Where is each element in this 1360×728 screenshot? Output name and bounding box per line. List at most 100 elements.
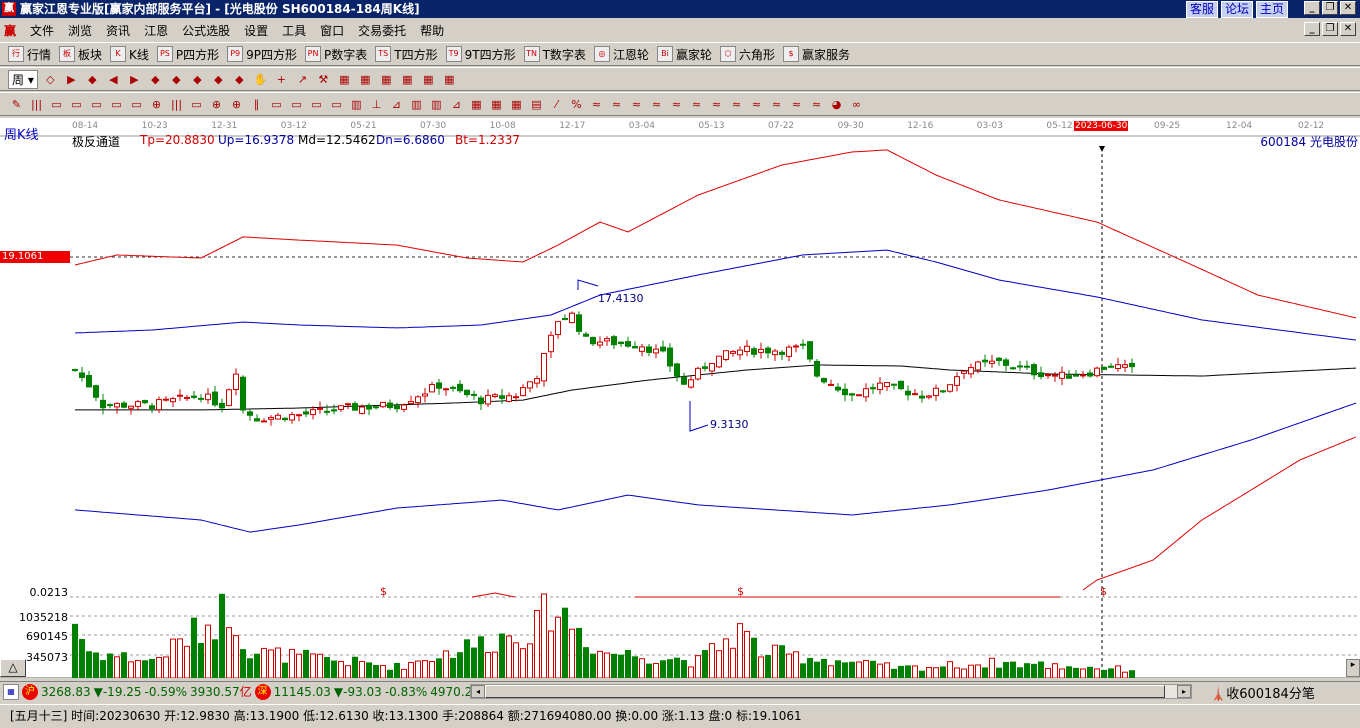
drawing-tool-icon[interactable]: ≈ (748, 96, 765, 113)
toolbar-item[interactable]: Bi 赢家轮 (656, 46, 712, 63)
homepage-link[interactable]: 主页 (1255, 1, 1288, 18)
tool-icon[interactable]: ✋ (252, 71, 269, 88)
drawing-tool-icon[interactable]: ≈ (708, 96, 725, 113)
menu-file[interactable]: 文件 (30, 22, 54, 39)
scroll-left-button[interactable]: ◂ (471, 685, 485, 698)
drawing-tool-icon[interactable]: ≈ (668, 96, 685, 113)
toolbar-item[interactable]: TS T四方形 (375, 46, 438, 63)
drawing-tool-icon[interactable]: ⊥ (368, 96, 385, 113)
drawing-tool-icon[interactable]: ▭ (108, 96, 125, 113)
panel-side-button[interactable]: ▸ (1346, 659, 1360, 677)
drawing-tool-icon[interactable]: ▥ (428, 96, 445, 113)
drawing-tool-icon[interactable]: ▦ (508, 96, 525, 113)
horizontal-scrollbar[interactable]: ◂ ▸ (470, 684, 1192, 699)
tool-icon[interactable]: ◆ (231, 71, 248, 88)
drawing-tool-icon[interactable]: ▭ (308, 96, 325, 113)
drawing-tool-icon[interactable]: ≈ (808, 96, 825, 113)
drawing-tool-icon[interactable]: ▭ (188, 96, 205, 113)
toolbar-item[interactable]: PN P数字表 (305, 46, 367, 63)
period-select[interactable]: 周 ▾ (8, 69, 38, 89)
menu-settings[interactable]: 设置 (244, 22, 268, 39)
toolbar-item[interactable]: $ 赢家服务 (782, 46, 850, 63)
drawing-tool-icon[interactable]: ▭ (68, 96, 85, 113)
toolbar-item[interactable]: K K线 (110, 46, 149, 63)
kline-chart[interactable]: 08-14 10-23 12-31 03-12 05-21 07-30 10-08 12-17… (0, 118, 1360, 678)
toolbar-item[interactable]: P9 9P四方形 (227, 46, 297, 63)
drawing-tool-icon[interactable]: ∞ (848, 96, 865, 113)
drawing-tool-icon[interactable]: ≈ (628, 96, 645, 113)
tool-icon[interactable]: ◀ (105, 71, 122, 88)
forum-link[interactable]: 论坛 (1220, 1, 1253, 18)
menu-gann[interactable]: 江恩 (144, 22, 168, 39)
scroll-thumb[interactable] (485, 685, 1165, 698)
drawing-tool-icon[interactable]: ∥ (248, 96, 265, 113)
expand-panel-button[interactable]: △ (0, 659, 26, 677)
drawing-tool-icon[interactable]: ▥ (348, 96, 365, 113)
menu-tools[interactable]: 工具 (282, 22, 306, 39)
tool-icon[interactable]: ↗ (294, 71, 311, 88)
tool-icon[interactable]: ◆ (210, 71, 227, 88)
menu-window[interactable]: 窗口 (320, 22, 344, 39)
menu-info[interactable]: 资讯 (106, 22, 130, 39)
toolbar-item[interactable]: ◎ 江恩轮 (593, 46, 649, 63)
drawing-tool-icon[interactable]: ▤ (528, 96, 545, 113)
drawing-tool-icon[interactable]: ⁄ (548, 96, 565, 113)
calendar-icon[interactable]: ▦ (3, 683, 19, 700)
drawing-tool-icon[interactable]: ◕ (828, 96, 845, 113)
tool-icon[interactable]: + (273, 71, 290, 88)
drawing-tool-icon[interactable]: ||| (168, 96, 185, 113)
service-link[interactable]: 客服 (1185, 1, 1218, 18)
menu-help[interactable]: 帮助 (420, 22, 444, 39)
menu-formula[interactable]: 公式选股 (182, 22, 230, 39)
drawing-tool-icon[interactable]: ≈ (588, 96, 605, 113)
drawing-tool-icon[interactable]: ▭ (268, 96, 285, 113)
tool-icon[interactable]: ▦ (336, 71, 353, 88)
drawing-tool-icon[interactable]: ▥ (408, 96, 425, 113)
tool-icon[interactable]: ▦ (399, 71, 416, 88)
drawing-tool-icon[interactable]: ⊕ (208, 96, 225, 113)
drawing-tool-icon[interactable]: ⊿ (388, 96, 405, 113)
toolbar-item[interactable]: 板板块 (59, 46, 102, 63)
drawing-tool-icon[interactable]: ⊕ (148, 96, 165, 113)
drawing-tool-icon[interactable]: ≈ (608, 96, 625, 113)
toolbar-item[interactable]: PS P四方形 (156, 46, 219, 63)
drawing-tool-icon[interactable]: ≈ (728, 96, 745, 113)
toolbar-item[interactable]: 行行情 (8, 46, 51, 63)
drawing-tool-icon[interactable]: ▦ (488, 96, 505, 113)
tool-icon[interactable]: ◆ (168, 71, 185, 88)
drawing-tool-icon[interactable]: ▭ (288, 96, 305, 113)
tool-icon[interactable]: ◇ (42, 71, 59, 88)
toolbar-item[interactable]: TN T数字表 (523, 46, 586, 63)
menu-browse[interactable]: 浏览 (68, 22, 92, 39)
tool-icon[interactable]: ◆ (189, 71, 206, 88)
drawing-tool-icon[interactable]: ||| (28, 96, 45, 113)
drawing-tool-icon[interactable]: ≈ (788, 96, 805, 113)
child-restore-button[interactable]: ❐ (1322, 22, 1338, 36)
tool-icon[interactable]: ◆ (84, 71, 101, 88)
drawing-tool-icon[interactable]: % (568, 96, 585, 113)
tool-icon[interactable]: ◆ (147, 71, 164, 88)
toolbar-item[interactable]: ⬡ 六角形 (719, 46, 775, 63)
tool-icon[interactable]: ▦ (441, 71, 458, 88)
minimize-button[interactable]: _ (1304, 1, 1320, 15)
close-button[interactable]: ✕ (1340, 1, 1356, 15)
drawing-tool-icon[interactable]: ≈ (688, 96, 705, 113)
tool-icon[interactable]: ▶ (126, 71, 143, 88)
tool-icon[interactable]: ▶ (63, 71, 80, 88)
drawing-tool-icon[interactable]: ▭ (88, 96, 105, 113)
tool-icon[interactable]: ▦ (357, 71, 374, 88)
scroll-right-button[interactable]: ▸ (1177, 685, 1191, 698)
drawing-tool-icon[interactable]: ≈ (648, 96, 665, 113)
drawing-tool-icon[interactable]: ≈ (768, 96, 785, 113)
drawing-tool-icon[interactable]: ⊿ (448, 96, 465, 113)
drawing-tool-icon[interactable]: ▭ (48, 96, 65, 113)
drawing-tool-icon[interactable]: ▭ (128, 96, 145, 113)
drawing-tool-icon[interactable]: ▦ (468, 96, 485, 113)
menu-trade[interactable]: 交易委托 (358, 22, 406, 39)
tool-icon[interactable]: ▦ (378, 71, 395, 88)
child-minimize-button[interactable]: _ (1304, 22, 1320, 36)
tool-icon[interactable]: ▦ (420, 71, 437, 88)
restore-button[interactable]: ❐ (1322, 1, 1338, 15)
tool-icon[interactable]: ⚒ (315, 71, 332, 88)
drawing-tool-icon[interactable]: ⊕ (228, 96, 245, 113)
